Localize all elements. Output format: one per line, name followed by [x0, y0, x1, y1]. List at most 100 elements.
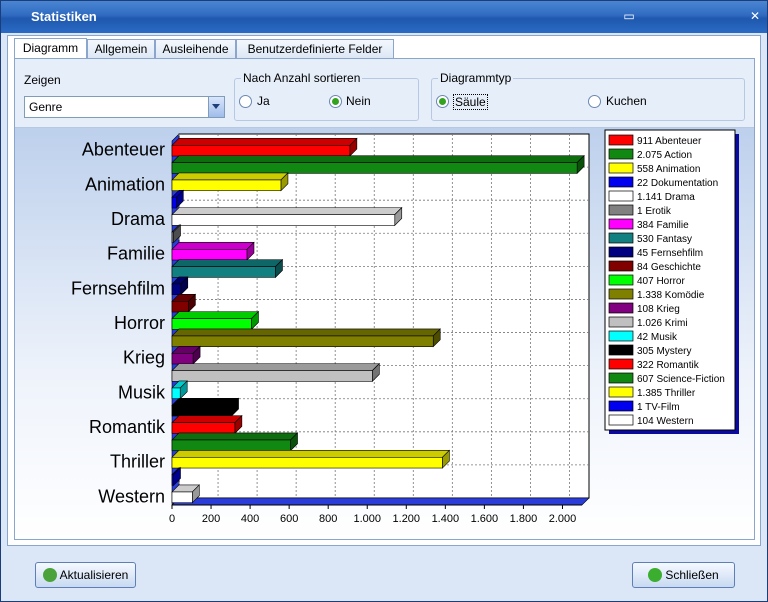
type-bar-radio[interactable]: [436, 95, 449, 108]
tab-benutzerdefinierte-felder[interactable]: Benutzerdefinierte Felder: [236, 39, 394, 59]
bar: [171, 335, 434, 348]
legend-entry: 1.141 Drama: [637, 192, 695, 203]
legend-swatch: [608, 302, 634, 314]
bar: [171, 248, 248, 261]
bar: [171, 387, 181, 400]
sort-yes-radio[interactable]: [239, 95, 252, 108]
legend-swatch: [608, 218, 634, 230]
legend-swatch: [608, 386, 634, 398]
bar-top: [171, 328, 441, 337]
diagram-type-title: Diagrammtyp: [438, 71, 514, 85]
close-icon[interactable]: ✕: [747, 9, 763, 23]
diagram-tab-panel: Zeigen Genre Nach Anzahl sortieren Ja Ne…: [14, 58, 755, 540]
legend-entry: 108 Krieg: [637, 304, 680, 315]
legend-entry: 42 Musik: [637, 332, 678, 343]
sort-no-radio[interactable]: [329, 95, 342, 108]
legend-swatch: [608, 274, 634, 286]
legend-swatch: [608, 330, 634, 342]
bar-top: [171, 311, 260, 319]
zeigen-label: Zeigen: [24, 73, 61, 87]
x-tick-label: 800: [319, 513, 337, 525]
check-icon: [648, 568, 663, 582]
legend-swatch: [608, 358, 634, 370]
bar: [171, 144, 351, 157]
category-label: Horror: [114, 313, 165, 333]
legend-swatch: [608, 232, 634, 244]
close-button[interactable]: Schließen: [632, 562, 735, 588]
legend-entry: 84 Geschichte: [637, 262, 701, 273]
bar: [171, 300, 189, 313]
legend-entry: 1 Erotik: [637, 206, 672, 217]
legend-swatch: [608, 316, 634, 328]
title-bar: Statistiken ▭ ✕: [1, 1, 767, 33]
bar-top: [171, 207, 403, 215]
legend-entry: 104 Western: [637, 416, 694, 427]
legend-swatch: [608, 176, 634, 188]
bar: [171, 162, 578, 174]
bar: [171, 283, 182, 296]
refresh-button[interactable]: Aktualisieren: [35, 562, 136, 588]
legend-swatch: [608, 148, 634, 160]
tab-ausleihende[interactable]: Ausleihende: [155, 39, 236, 59]
sort-no-label: Nein: [346, 94, 371, 108]
window-title: Statistiken: [31, 9, 97, 24]
bar-top: [171, 155, 585, 163]
bar: [171, 214, 396, 226]
legend-entry: 45 Fernsehfilm: [637, 248, 703, 259]
x-tick-label: 1.400: [432, 513, 460, 525]
legend-entry: 607 Science-Fiction: [637, 374, 725, 385]
category-label: Fernsehfilm: [71, 278, 165, 298]
legend-swatch: [608, 246, 634, 258]
chevron-down-icon[interactable]: [208, 97, 224, 117]
bar: [171, 318, 252, 330]
type-bar-label: Säule: [453, 94, 488, 110]
type-pie-radio[interactable]: [588, 95, 601, 108]
legend-entry: 1.338 Komödie: [637, 290, 705, 301]
legend-entry: 1.385 Thriller: [637, 388, 696, 399]
legend-swatch: [608, 190, 634, 202]
legend-swatch: [608, 204, 634, 216]
bar: [171, 439, 291, 452]
legend-swatch: [608, 414, 634, 426]
category-label: Western: [98, 486, 165, 506]
sort-group-title: Nach Anzahl sortieren: [241, 71, 363, 85]
legend-swatch: [608, 134, 634, 146]
legend-entry: 530 Fantasy: [637, 234, 692, 245]
tab-diagramm[interactable]: Diagramm: [14, 38, 87, 60]
statistics-window: Statistiken ▭ ✕ Diagramm Allgemein Ausle…: [0, 0, 768, 602]
legend-swatch: [608, 344, 634, 356]
x-tick-label: 600: [280, 513, 298, 525]
bar: [171, 491, 193, 504]
bar: [171, 456, 443, 469]
legend-entry: 1 TV-Film: [637, 402, 680, 413]
legend-swatch: [608, 260, 634, 272]
genre-bar-chart: Abenteuer Animation Drama Familie Fernsehfil…: [71, 129, 739, 525]
bar-top: [171, 363, 381, 371]
legend-swatch: [608, 288, 634, 300]
category-label: Thriller: [110, 452, 165, 472]
bar-top: [171, 432, 299, 441]
bar: [171, 370, 373, 382]
zeigen-select[interactable]: Genre: [24, 96, 225, 118]
content-panel: Diagramm Allgemein Ausleihende Benutzerd…: [7, 35, 761, 546]
x-tick-label: 1.600: [471, 513, 499, 525]
bottom-bar: Aktualisieren Schließen: [1, 547, 767, 601]
bar: [171, 266, 276, 278]
category-label: Krieg: [123, 348, 165, 368]
x-tick-label: 1.200: [393, 513, 421, 525]
tab-allgemein[interactable]: Allgemein: [87, 39, 155, 59]
category-label: Familie: [107, 244, 165, 264]
x-tick-label: 200: [202, 513, 220, 525]
restore-icon[interactable]: ▭: [621, 9, 637, 23]
legend-swatch: [608, 372, 634, 384]
x-tick-label: 0: [169, 513, 175, 525]
legend-entry: 2.075 Action: [637, 150, 692, 161]
legend-entry: 384 Familie: [637, 220, 689, 231]
x-tick-label: 400: [241, 513, 259, 525]
sort-yes-label: Ja: [257, 94, 270, 108]
bar-top: [171, 397, 240, 406]
bar-top: [171, 172, 289, 181]
bar: [171, 196, 177, 209]
bar-top: [171, 241, 255, 250]
refresh-icon: [42, 568, 57, 582]
